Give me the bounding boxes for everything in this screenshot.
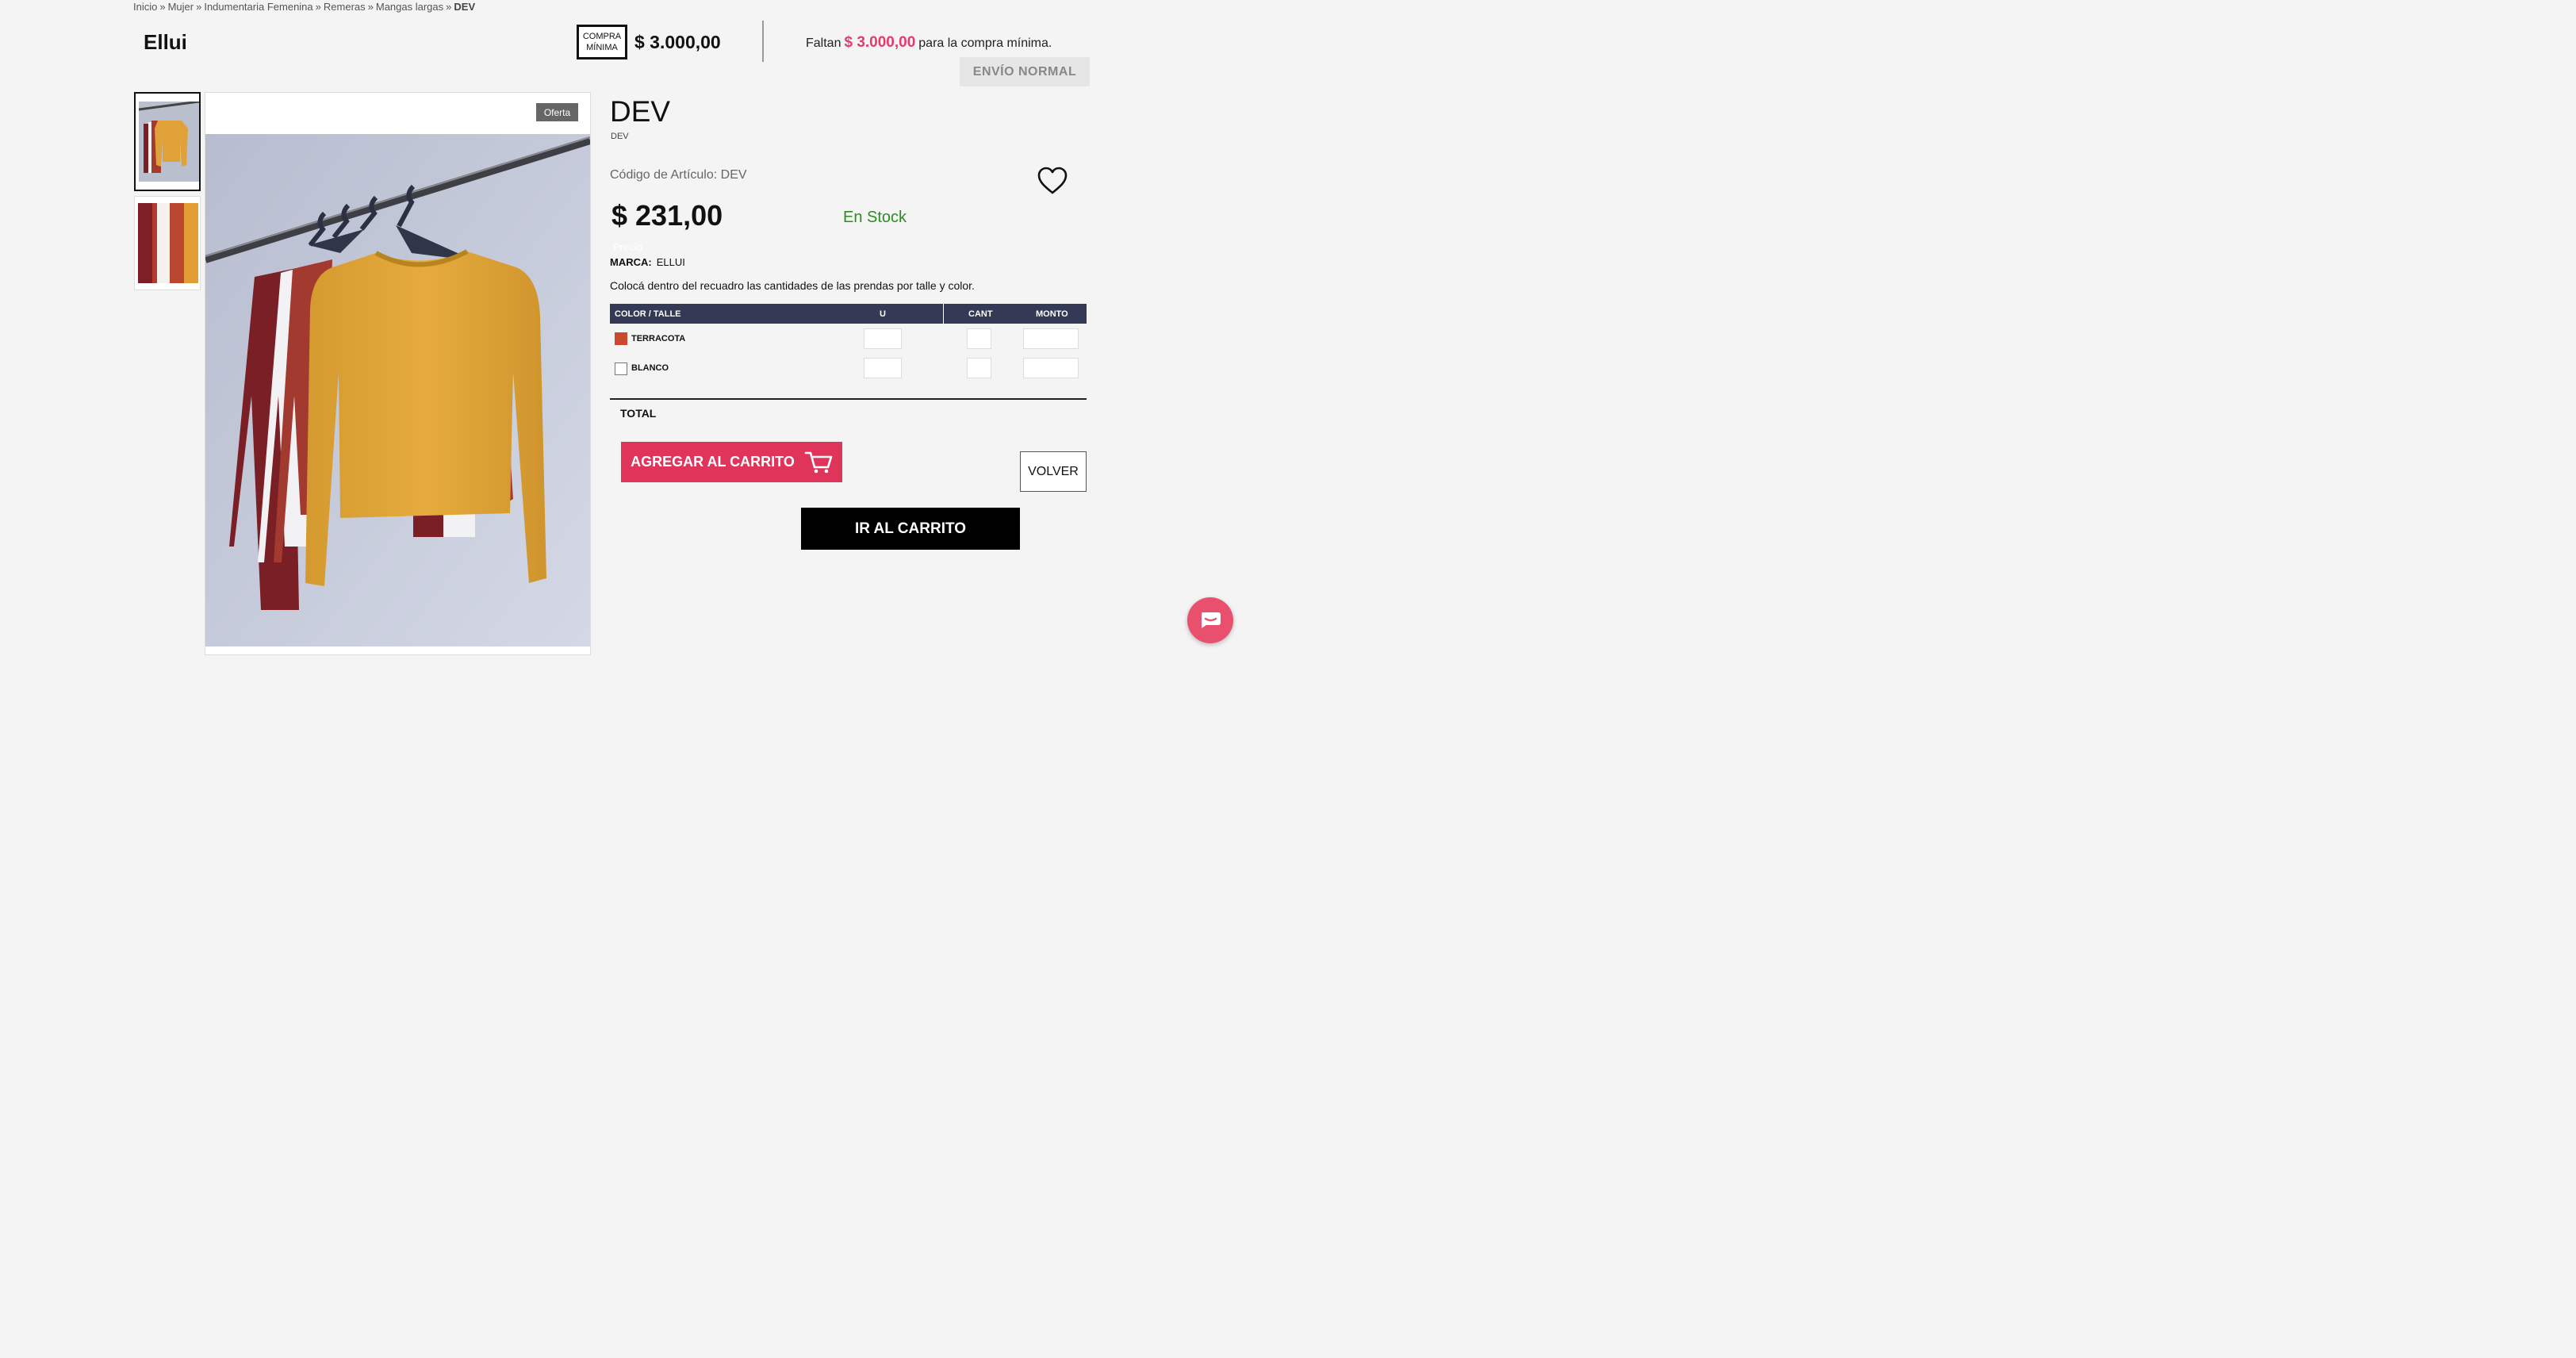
thumbnail-1-image <box>138 100 200 182</box>
total-label: TOTAL <box>620 407 657 420</box>
heart-icon[interactable] <box>1037 165 1068 197</box>
add-to-cart-label: AGREGAR AL CARRITO <box>631 454 795 470</box>
remaining-prefix: Faltan <box>806 36 841 50</box>
remaining-message: Faltan $ 3.000,00 para la compra mínima. <box>806 34 1052 52</box>
product-title: DEV <box>610 95 671 128</box>
store-name[interactable]: Ellui <box>144 30 187 55</box>
monto-field-terracota <box>1023 328 1079 349</box>
variant-label-blanco: BLANCO <box>631 363 669 373</box>
offer-badge: Oferta <box>536 103 578 121</box>
breadcrumb-item-mangas-largas[interactable]: Mangas largas <box>376 1 443 13</box>
cant-field-terracota <box>967 328 991 349</box>
go-to-cart-button[interactable]: IR AL CARRITO <box>801 508 1020 550</box>
breadcrumb-item-mujer[interactable]: Mujer <box>168 1 194 13</box>
breadcrumb-item-inicio[interactable]: Inicio <box>133 1 157 13</box>
breadcrumb-item-remeras[interactable]: Remeras <box>324 1 366 13</box>
stock-status: En Stock <box>843 209 907 226</box>
header-monto: MONTO <box>1036 309 1068 319</box>
quantity-instructions: Colocá dentro del recuadro las cantidade… <box>610 279 975 292</box>
cant-field-blanco <box>967 358 991 378</box>
product-code: Código de Artículo: DEV <box>610 168 747 182</box>
main-product-image[interactable] <box>205 134 590 646</box>
quantity-input-u-blanco[interactable] <box>864 358 902 378</box>
thumbnail-2-image <box>138 203 198 283</box>
chat-icon <box>1202 612 1221 628</box>
remaining-suffix: para la compra mínima. <box>918 36 1052 50</box>
min-purchase-label-line2: MÍNIMA <box>586 43 618 52</box>
total-divider <box>610 398 1087 400</box>
cart-icon <box>804 451 833 473</box>
chat-button[interactable] <box>1187 597 1233 643</box>
variant-row-blanco: BLANCO <box>610 355 1087 382</box>
header-color-talle: COLOR / TALLE <box>615 309 681 319</box>
breadcrumb-item-indumentaria[interactable]: Indumentaria Femenina <box>204 1 312 13</box>
header-divider <box>943 304 944 324</box>
remaining-amount: $ 3.000,00 <box>844 34 916 51</box>
price-label: Precio <box>613 241 642 253</box>
brand: MARCA: ELLUI <box>610 256 685 268</box>
quantity-input-u-terracota[interactable] <box>864 328 902 349</box>
back-button[interactable]: VOLVER <box>1020 451 1087 492</box>
min-purchase-amount: $ 3.000,00 <box>634 32 721 52</box>
thumbnail-1[interactable] <box>134 92 201 191</box>
thumbnail-2[interactable] <box>134 196 201 290</box>
header-u: U <box>880 309 886 319</box>
variants-table-header: COLOR / TALLE U CANT MONTO <box>610 304 1087 324</box>
breadcrumb-current: DEV <box>454 1 476 13</box>
min-purchase-label-line1: COMPRA <box>582 32 622 41</box>
color-swatch-blanco <box>615 363 627 375</box>
product-price: $ 231,00 <box>611 199 723 232</box>
min-purchase-badge: COMPRA MÍNIMA <box>577 25 627 59</box>
brand-label: MARCA: <box>610 256 652 268</box>
breadcrumb-separator: » <box>159 1 166 13</box>
breadcrumb-separator: » <box>315 1 321 13</box>
breadcrumb-separator: » <box>446 1 452 13</box>
variant-row-terracota: TERRACOTA <box>610 325 1087 352</box>
product-subtitle: DEV <box>611 132 629 141</box>
brand-value: ELLUI <box>656 256 685 268</box>
monto-field-blanco <box>1023 358 1079 378</box>
breadcrumb-separator: » <box>196 1 202 13</box>
variant-label-terracota: TERRACOTA <box>631 334 686 343</box>
add-to-cart-button[interactable]: AGREGAR AL CARRITO <box>621 442 842 482</box>
header-divider <box>762 21 764 62</box>
header-cant: CANT <box>968 309 993 319</box>
color-swatch-terracota <box>615 332 627 345</box>
shipping-button[interactable]: ENVÍO NORMAL <box>960 57 1090 86</box>
breadcrumb: Inicio» Mujer» Indumentaria Femenina» Remer… <box>133 1 475 13</box>
breadcrumb-separator: » <box>367 1 374 13</box>
